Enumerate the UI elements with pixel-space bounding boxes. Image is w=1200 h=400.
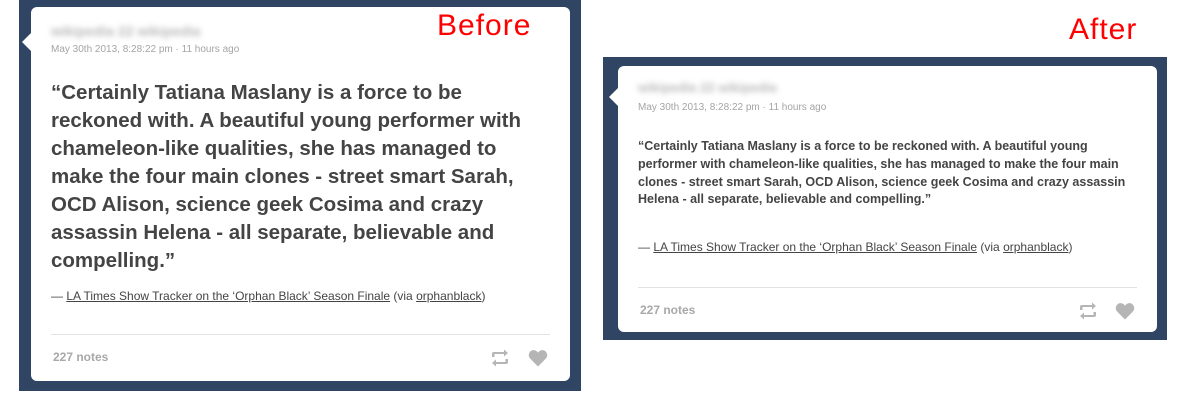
post-footer-divider	[638, 287, 1137, 288]
source-dash: —	[638, 240, 654, 254]
source-via-suffix: )	[481, 289, 486, 303]
before-post-card: wikipedia 22 wikipedia May 30th 2013, 8:…	[22, 7, 570, 381]
post-timestamp[interactable]: May 30th 2013, 8:28:22 pm · 11 hours ago	[638, 102, 826, 113]
via-link[interactable]: orphanblack	[1003, 240, 1068, 254]
post-quote-source: — LA Times Show Tracker on the ‘Orphan B…	[51, 287, 551, 305]
heart-icon[interactable]	[527, 348, 549, 368]
reblog-icon[interactable]	[1077, 301, 1099, 321]
source-via-suffix: )	[1068, 240, 1073, 254]
post-footer-divider	[51, 334, 550, 335]
before-label: Before	[437, 9, 532, 42]
post-author-name[interactable]: wikipedia 22 wikipedia	[638, 80, 777, 95]
after-label: After	[1069, 13, 1138, 46]
reblog-icon[interactable]	[489, 348, 511, 368]
post-timestamp[interactable]: May 30th 2013, 8:28:22 pm · 11 hours ago	[51, 44, 239, 55]
source-link[interactable]: LA Times Show Tracker on the ‘Orphan Bla…	[653, 240, 977, 254]
post-notes-count[interactable]: 227 notes	[53, 350, 108, 364]
comparison-stage: wikipedia 22 wikipedia May 30th 2013, 8:…	[0, 0, 1200, 400]
post-quote: “Certainly Tatiana Maslany is a force to…	[638, 139, 1126, 207]
source-dash: —	[51, 289, 67, 303]
source-via-prefix: (via	[390, 289, 417, 303]
source-link[interactable]: LA Times Show Tracker on the ‘Orphan Bla…	[66, 289, 390, 303]
heart-icon[interactable]	[1114, 301, 1136, 321]
post-notes-count[interactable]: 227 notes	[640, 303, 695, 317]
via-link[interactable]: orphanblack	[416, 289, 481, 303]
post-author-name[interactable]: wikipedia 22 wikipedia	[51, 23, 200, 39]
post-quote-source: — LA Times Show Tracker on the ‘Orphan B…	[638, 238, 1138, 256]
source-via-prefix: (via	[977, 240, 1004, 254]
post-quote: “Certainly Tatiana Maslany is a force to…	[51, 81, 522, 272]
after-post-card: wikipedia 22 wikipedia May 30th 2013, 8:…	[609, 66, 1157, 332]
